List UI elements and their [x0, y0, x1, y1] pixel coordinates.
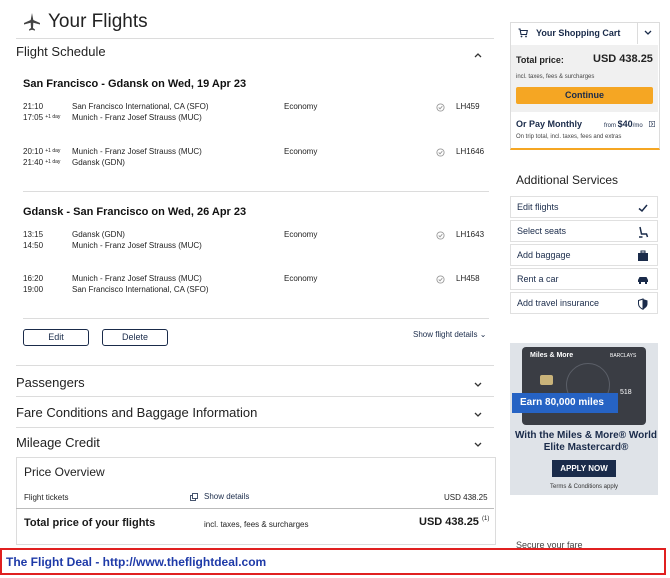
baggage-icon	[638, 250, 648, 261]
flight-tickets-label: Flight tickets	[24, 493, 69, 502]
leg-to: Gdansk (GDN)	[72, 158, 125, 167]
pay-monthly-price: from $40/mo	[604, 119, 643, 129]
outbound-route: San Francisco - Gdansk on Wed, 19 Apr 23	[23, 78, 247, 90]
leg-to: San Francisco International, CA (SFO)	[72, 285, 209, 294]
chevron-down-icon[interactable]	[643, 28, 653, 38]
divider	[16, 396, 494, 397]
cart-heading[interactable]: Your Shopping Cart	[536, 28, 620, 38]
cart-total-value: USD 438.25	[593, 53, 653, 65]
leg-arr-time: 17:05 +1 day	[23, 113, 61, 122]
pay-monthly-note: On trip total, incl. taxes, fees and ext…	[516, 134, 622, 140]
leg-arr-time: 21:40 +1 day	[23, 158, 61, 167]
chevron-up-icon[interactable]	[473, 50, 483, 60]
leg-from: San Francisco International, CA (SFO)	[72, 102, 209, 111]
total-price-label: Total price of your flights	[24, 517, 156, 529]
leg-dep-time: 20:10 +1 day	[23, 147, 61, 156]
service-select-seats[interactable]: Select seats	[510, 220, 658, 242]
flight-tickets-value: USD 438.25	[444, 493, 488, 502]
divider	[16, 508, 494, 509]
leg-to: Munich - Franz Josef Strauss (MUC)	[72, 113, 202, 122]
continue-button[interactable]: Continue	[516, 87, 653, 104]
ad-brand: Miles & More	[530, 352, 574, 359]
service-rent-a-car[interactable]: Rent a car	[510, 268, 658, 290]
leg-flight-number: LH1643	[456, 230, 485, 239]
leg-flight-number: LH458	[456, 274, 480, 283]
chevron-down-icon: ⌄	[479, 330, 487, 339]
divider	[16, 427, 494, 428]
card-chip-icon	[540, 375, 553, 385]
chevron-down-icon[interactable]	[473, 380, 483, 390]
chevron-down-icon[interactable]	[473, 410, 483, 420]
ad-headline: With the Miles & More® World Elite Maste…	[514, 430, 658, 453]
mileage-credit-heading[interactable]: Mileage Credit	[16, 435, 100, 450]
total-price-note: incl. taxes, fees & surcharges	[204, 520, 309, 529]
leg-dep-time: 21:10	[23, 102, 44, 111]
divider	[23, 318, 489, 319]
airplane-icon	[24, 13, 40, 31]
leg-cabin: Economy	[284, 274, 318, 283]
info-icon[interactable]	[649, 121, 655, 127]
page-title: Your Flights	[48, 11, 148, 32]
cart-total-label: Total price:	[516, 55, 564, 65]
divider	[16, 365, 494, 366]
operated-info-icon[interactable]	[436, 275, 445, 284]
show-flight-details-link[interactable]: Show flight details ⌄	[413, 330, 486, 339]
shield-icon	[638, 298, 648, 310]
price-overview-heading: Price Overview	[24, 465, 105, 479]
car-icon	[638, 277, 648, 284]
leg-arr-time: 19:00	[23, 285, 44, 294]
leg-to: Munich - Franz Josef Strauss (MUC)	[72, 241, 202, 250]
divider	[637, 22, 638, 44]
seat-icon	[639, 226, 649, 238]
ad-terms: Terms & Conditions apply	[549, 484, 619, 490]
edit-button[interactable]: Edit	[23, 329, 89, 346]
leg-dep-time: 16:20	[23, 274, 44, 283]
leg-cabin: Economy	[284, 102, 318, 111]
flight-deal-banner-text[interactable]: The Flight Deal - http://www.theflightde…	[6, 555, 266, 569]
ad-bank: BARCLAYS	[610, 353, 637, 359]
copy-icon	[190, 493, 198, 501]
service-add-baggage[interactable]: Add baggage	[510, 244, 658, 266]
leg-flight-number: LH459	[456, 102, 480, 111]
fare-conditions-heading[interactable]: Fare Conditions and Baggage Information	[16, 405, 257, 420]
leg-from: Munich - Franz Josef Strauss (MUC)	[72, 274, 202, 283]
leg-cabin: Economy	[284, 147, 318, 156]
service-edit-flights[interactable]: Edit flights	[510, 196, 658, 218]
check-icon	[638, 204, 648, 213]
operated-info-icon[interactable]	[436, 148, 445, 157]
leg-cabin: Economy	[284, 230, 318, 239]
pay-monthly-label[interactable]: Or Pay Monthly	[516, 119, 582, 129]
passengers-heading[interactable]: Passengers	[16, 375, 85, 390]
cart-total-note: incl. taxes, fees & surcharges	[516, 74, 595, 80]
leg-arr-time: 14:50	[23, 241, 44, 250]
delete-button[interactable]: Delete	[102, 329, 168, 346]
additional-services-heading: Additional Services	[516, 173, 619, 187]
leg-from: Munich - Franz Josef Strauss (MUC)	[72, 147, 202, 156]
inbound-route: Gdansk - San Francisco on Wed, 26 Apr 23	[23, 206, 247, 218]
show-details-link[interactable]: Show details	[204, 492, 249, 501]
card-digits: 518	[620, 389, 632, 396]
leg-dep-time: 13:15	[23, 230, 44, 239]
chevron-down-icon[interactable]	[473, 440, 483, 450]
divider	[23, 191, 489, 192]
total-price-value: USD 438.25 (1)	[419, 516, 490, 528]
cart-icon	[518, 28, 528, 38]
divider	[16, 38, 494, 39]
service-add-insurance[interactable]: Add travel insurance	[510, 292, 658, 314]
operated-info-icon[interactable]	[436, 103, 445, 112]
leg-flight-number: LH1646	[456, 147, 485, 156]
operated-info-icon[interactable]	[436, 231, 445, 240]
earn-miles-text: Earn 80,000 miles	[520, 397, 604, 408]
flight-schedule-heading: Flight Schedule	[16, 44, 106, 59]
apply-now-button[interactable]: APPLY NOW	[552, 460, 616, 477]
leg-from: Gdansk (GDN)	[72, 230, 125, 239]
